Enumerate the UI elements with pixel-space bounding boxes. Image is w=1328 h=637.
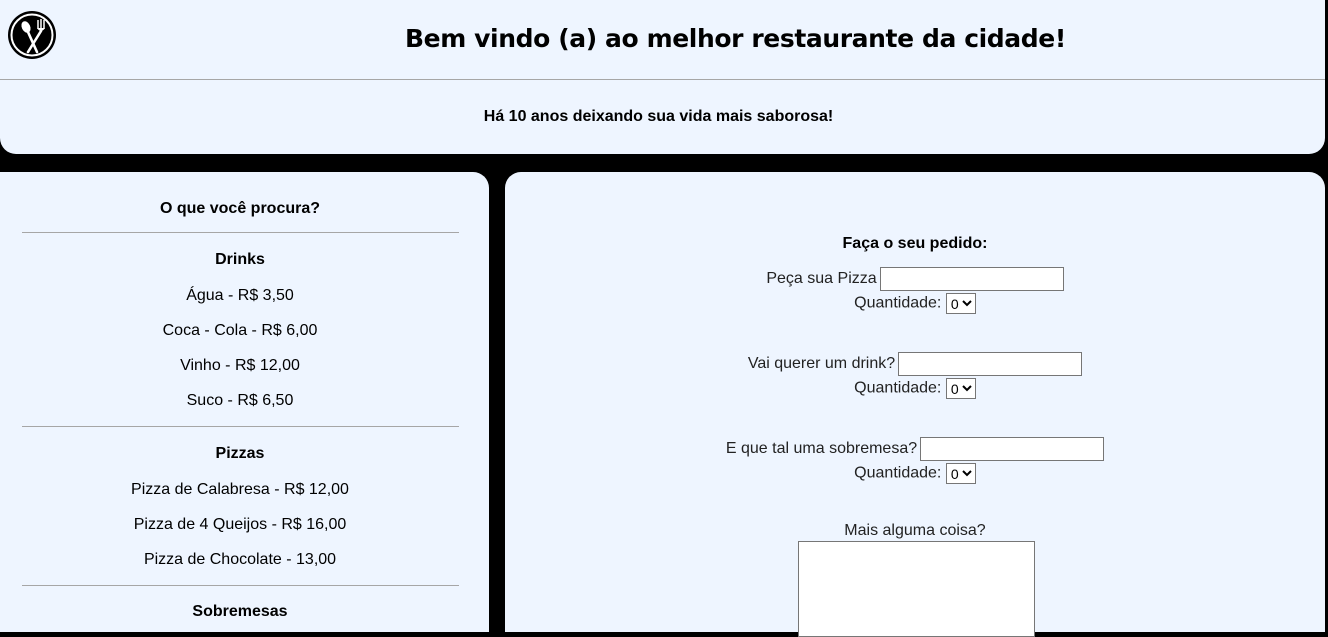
extra-textarea[interactable]	[798, 541, 1035, 637]
drink-quantity-select[interactable]: 0	[945, 378, 976, 399]
pizza-quantity-select[interactable]: 0	[945, 293, 976, 314]
quantity-label: Quantidade:	[854, 294, 942, 312]
dessert-label: E que tal uma sobremesa?	[725, 440, 918, 458]
drink-row: Vai querer um drink?	[505, 352, 1325, 376]
extra-label: Mais alguma coisa?	[844, 522, 986, 539]
menu-item-drink: Coca - Cola - R$ 6,00	[162, 322, 318, 339]
page-title: Bem vindo (a) ao melhor restaurante da c…	[405, 24, 1066, 53]
quantity-label: Quantidade:	[854, 379, 942, 397]
page-subtitle: Há 10 anos deixando sua vida mais saboro…	[483, 108, 834, 125]
menu-item-drink: Suco - R$ 6,50	[186, 392, 294, 409]
drink-input[interactable]	[898, 352, 1083, 376]
drink-quantity-row: Quantidade: 0	[505, 378, 1325, 399]
sidebar-heading: O que você procura?	[159, 200, 321, 217]
quantity-label: Quantidade:	[854, 464, 942, 482]
order-form-title: Faça o seu pedido:	[842, 235, 988, 252]
spoon-fork-logo-icon	[8, 11, 56, 59]
dessert-quantity-select[interactable]: 0	[945, 463, 976, 484]
menu-sidebar: O que você procura? Drinks Água - R$ 3,5…	[0, 172, 489, 632]
menu-item-pizza: Pizza de 4 Queijos - R$ 16,00	[133, 516, 347, 533]
drinks-heading: Drinks	[215, 251, 265, 268]
menu-item-drink: Vinho - R$ 12,00	[180, 357, 300, 374]
pizza-input[interactable]	[879, 267, 1064, 291]
pizza-label: Peça sua Pizza	[766, 270, 877, 288]
page-header: Bem vindo (a) ao melhor restaurante da c…	[0, 0, 1325, 154]
divider	[22, 232, 459, 233]
order-form-panel: Faça o seu pedido: Peça sua Pizza Quanti…	[505, 172, 1325, 637]
pizzas-heading: Pizzas	[215, 445, 265, 462]
dessert-row: E que tal uma sobremesa?	[505, 437, 1325, 461]
menu-item-pizza: Pizza de Chocolate - 13,00	[143, 551, 337, 568]
menu-item-drink: Água - R$ 3,50	[186, 287, 294, 304]
desserts-heading: Sobremesas	[192, 603, 288, 620]
pizza-row: Peça sua Pizza	[505, 267, 1325, 291]
pizza-quantity-row: Quantidade: 0	[505, 293, 1325, 314]
header-top: Bem vindo (a) ao melhor restaurante da c…	[0, 0, 1325, 80]
drink-label: Vai querer um drink?	[747, 355, 896, 373]
menu-item-pizza: Pizza de Calabresa - R$ 12,00	[131, 481, 349, 498]
extra-row: Mais alguma coisa?	[505, 522, 1325, 540]
dessert-input[interactable]	[920, 437, 1105, 461]
divider	[22, 585, 459, 586]
divider	[22, 426, 459, 427]
dessert-quantity-row: Quantidade: 0	[505, 463, 1325, 484]
